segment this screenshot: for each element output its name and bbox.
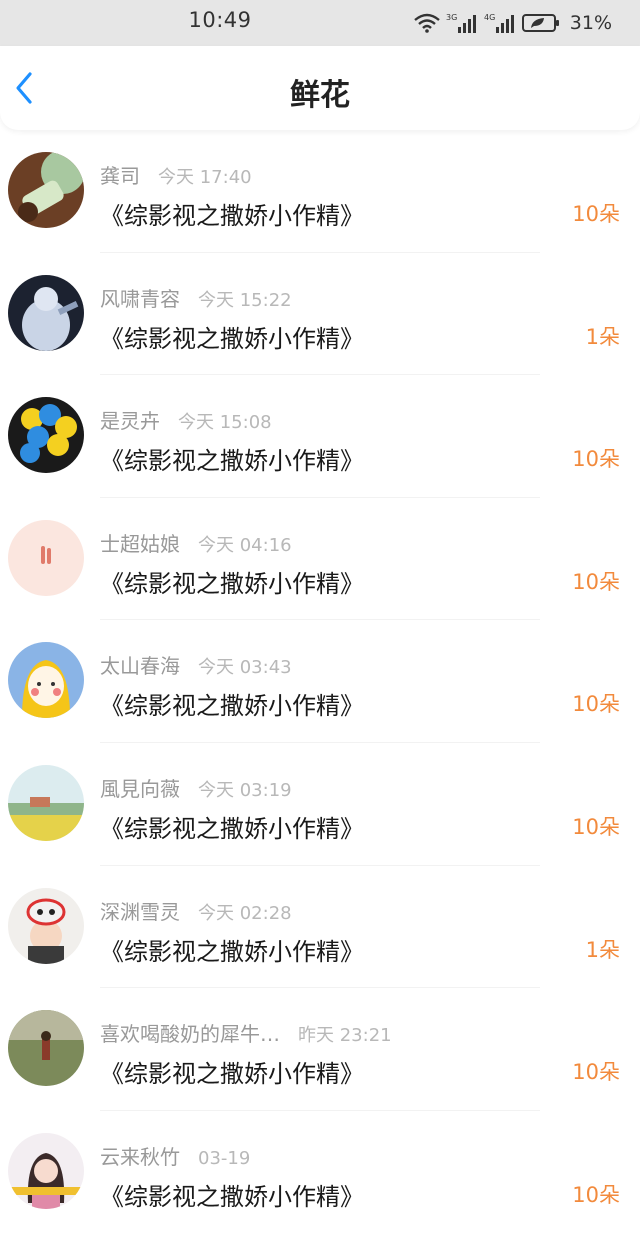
timestamp: 今天 15:08 bbox=[178, 412, 272, 434]
flower-count: 10朵 bbox=[572, 692, 620, 717]
timestamp: 今天 02:28 bbox=[198, 902, 292, 924]
user-name[interactable]: 风啸青容 bbox=[100, 283, 180, 312]
svg-text:4G: 4G bbox=[484, 13, 495, 22]
book-title[interactable]: 《综影视之撒娇小作精》 bbox=[100, 564, 364, 599]
book-title[interactable]: 《综影视之撒娇小作精》 bbox=[100, 932, 364, 967]
flower-count: 1朵 bbox=[585, 937, 620, 962]
timestamp: 今天 03:19 bbox=[198, 779, 292, 801]
avatar[interactable] bbox=[8, 887, 84, 964]
svg-text:3G: 3G bbox=[446, 13, 457, 22]
list-item[interactable]: 云来秋竹 03-19 《综影视之撒娇小作精》 10朵 bbox=[0, 1111, 640, 1233]
list-item[interactable]: 風見向薇 今天 03:19 《综影视之撒娇小作精》 10朵 bbox=[0, 743, 640, 866]
book-title[interactable]: 《综影视之撒娇小作精》 bbox=[100, 441, 364, 476]
avatar[interactable] bbox=[8, 274, 84, 351]
user-name[interactable]: 云来秋竹 bbox=[100, 1141, 180, 1170]
list-item[interactable]: 太山春海 今天 03:43 《综影视之撒娇小作精》 10朵 bbox=[0, 620, 640, 743]
flower-count: 10朵 bbox=[572, 569, 620, 594]
list-item[interactable]: 深渊雪灵 今天 02:28 《综影视之撒娇小作精》 1朵 bbox=[0, 866, 640, 989]
avatar[interactable] bbox=[8, 642, 84, 719]
flower-count: 1朵 bbox=[585, 324, 620, 349]
book-title[interactable]: 《综影视之撒娇小作精》 bbox=[100, 196, 364, 231]
battery-percent: 31% bbox=[569, 12, 612, 34]
user-name[interactable]: 深渊雪灵 bbox=[100, 896, 180, 925]
list-item[interactable]: 风啸青容 今天 15:22 《综影视之撒娇小作精》 1朵 bbox=[0, 253, 640, 376]
signal-3g-icon: 3G bbox=[446, 13, 476, 33]
book-title[interactable]: 《综影视之撒娇小作精》 bbox=[100, 319, 364, 354]
list-item[interactable]: 士超姑娘 今天 04:16 《综影视之撒娇小作精》 10朵 bbox=[0, 498, 640, 621]
user-name[interactable]: 風見向薇 bbox=[100, 773, 180, 802]
signal-4g-icon: 4G bbox=[484, 13, 514, 33]
book-title[interactable]: 《综影视之撒娇小作精》 bbox=[100, 1054, 364, 1089]
list-item[interactable]: 喜欢喝酸奶的犀牛… 昨天 23:21 《综影视之撒娇小作精》 10朵 bbox=[0, 988, 640, 1111]
list-item[interactable]: 是灵卉 今天 15:08 《综影视之撒娇小作精》 10朵 bbox=[0, 375, 640, 498]
avatar[interactable] bbox=[8, 1132, 84, 1209]
avatar[interactable] bbox=[8, 1010, 84, 1087]
timestamp: 今天 15:22 bbox=[198, 289, 292, 311]
status-time: 10:49 bbox=[188, 8, 252, 32]
book-title[interactable]: 《综影视之撒娇小作精》 bbox=[100, 686, 364, 721]
avatar[interactable] bbox=[8, 397, 84, 474]
timestamp: 今天 17:40 bbox=[158, 167, 252, 188]
list-item[interactable]: 龚司 今天 17:40 《综影视之撒娇小作精》 10朵 bbox=[0, 130, 640, 253]
gift-list: 龚司 今天 17:40 《综影视之撒娇小作精》 10朵 风啸青容 今天 15:2… bbox=[0, 130, 640, 1233]
status-bar: 10:49 3G 4G 31% bbox=[0, 0, 640, 46]
page-title: 鲜花 bbox=[290, 78, 350, 113]
book-title[interactable]: 《综影视之撒娇小作精》 bbox=[100, 809, 364, 844]
user-name[interactable]: 喜欢喝酸奶的犀牛… bbox=[100, 1018, 280, 1047]
user-name[interactable]: 太山春海 bbox=[100, 650, 180, 679]
flower-count: 10朵 bbox=[572, 814, 620, 839]
status-icons: 3G 4G 31% bbox=[413, 10, 612, 36]
avatar[interactable] bbox=[8, 152, 84, 228]
avatar[interactable] bbox=[8, 764, 84, 841]
flower-count: 10朵 bbox=[572, 1060, 620, 1085]
avatar[interactable] bbox=[8, 519, 84, 596]
user-name[interactable]: 龚司 bbox=[100, 160, 140, 189]
flower-count: 10朵 bbox=[572, 202, 620, 226]
book-title[interactable]: 《综影视之撒娇小作精》 bbox=[100, 1177, 364, 1212]
timestamp: 昨天 23:21 bbox=[298, 1025, 392, 1047]
user-name[interactable]: 是灵卉 bbox=[100, 405, 160, 434]
timestamp: 03-19 bbox=[198, 1147, 251, 1169]
header: 鲜花 bbox=[0, 46, 640, 130]
wifi-icon bbox=[413, 13, 440, 33]
timestamp: 今天 03:43 bbox=[198, 657, 292, 679]
flower-count: 10朵 bbox=[572, 1182, 620, 1207]
timestamp: 今天 04:16 bbox=[198, 534, 292, 556]
flower-count: 10朵 bbox=[572, 447, 620, 472]
user-name[interactable]: 士超姑娘 bbox=[100, 528, 180, 557]
battery-icon bbox=[521, 14, 559, 32]
